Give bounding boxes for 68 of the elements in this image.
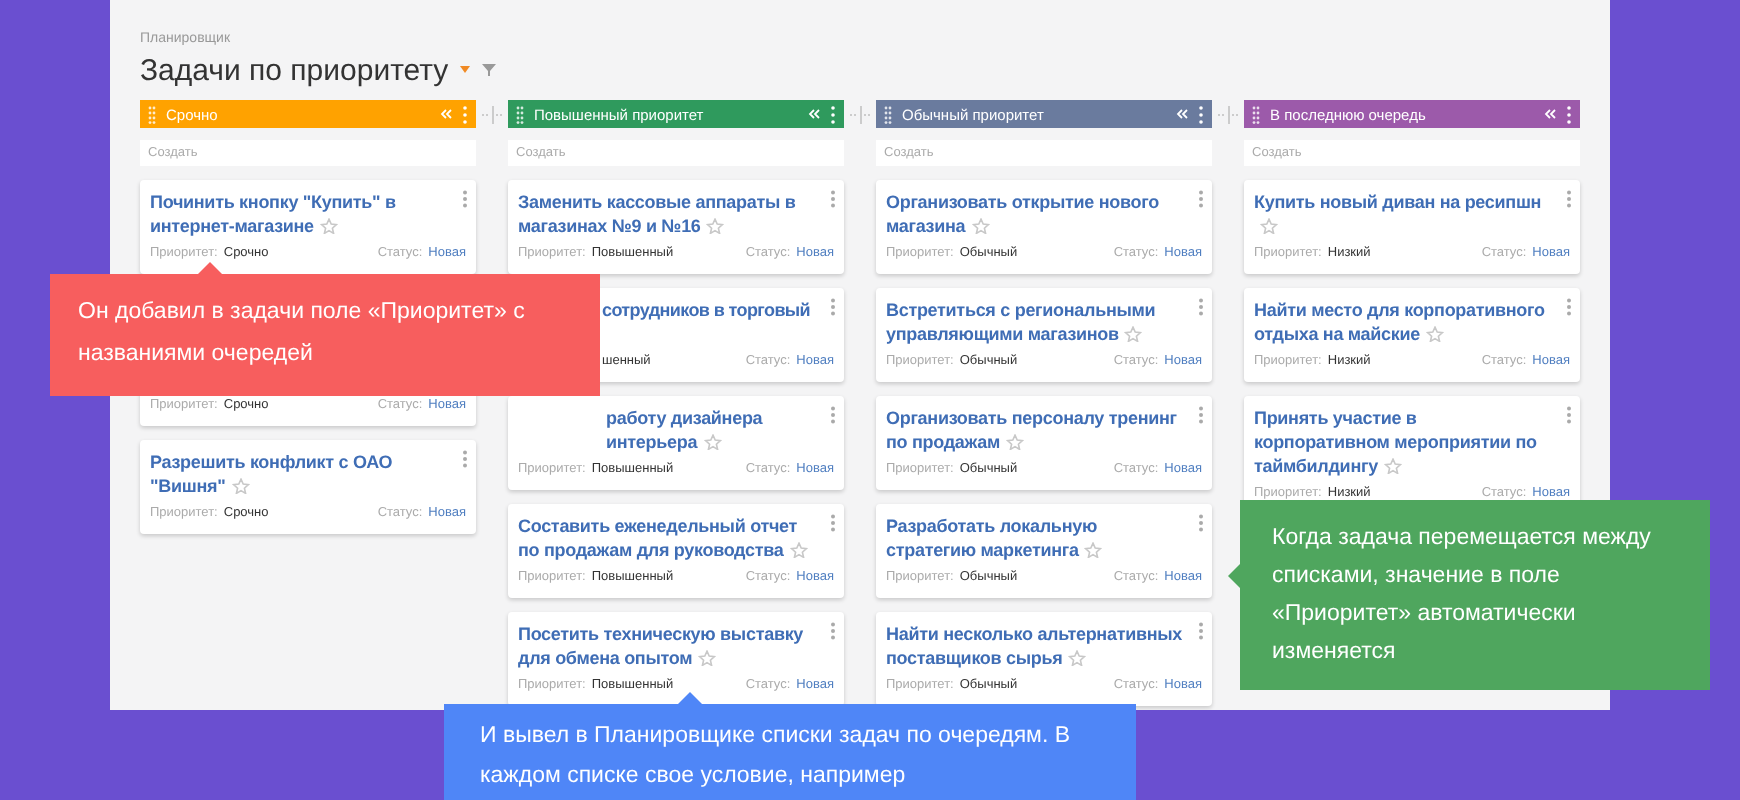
add-column-icon[interactable] bbox=[1217, 106, 1239, 124]
more-icon[interactable] bbox=[462, 190, 468, 208]
more-icon[interactable] bbox=[1198, 406, 1204, 424]
task-title[interactable]: Принять участие в корпоративном мероприятии по таймбилдингу bbox=[1254, 406, 1552, 478]
more-icon[interactable] bbox=[1566, 105, 1572, 123]
dropdown-icon[interactable] bbox=[460, 66, 471, 74]
callout-pointer bbox=[1228, 564, 1240, 588]
task-title[interactable]: Найти несколько альтернативных поставщиков сырья bbox=[886, 622, 1184, 670]
drag-handle-icon[interactable] bbox=[148, 105, 156, 123]
more-icon[interactable] bbox=[1198, 105, 1204, 123]
star-icon[interactable] bbox=[1383, 458, 1402, 474]
add-column-icon[interactable] bbox=[481, 106, 503, 124]
more-icon[interactable] bbox=[830, 406, 836, 424]
more-icon[interactable] bbox=[462, 105, 468, 123]
more-icon[interactable] bbox=[462, 450, 468, 468]
more-icon[interactable] bbox=[1198, 514, 1204, 532]
more-icon[interactable] bbox=[830, 622, 836, 640]
star-icon[interactable] bbox=[1005, 434, 1024, 450]
task-title[interactable]: Встретиться с региональными управляющими магазинов bbox=[886, 298, 1184, 346]
collapse-icon[interactable] bbox=[440, 108, 452, 120]
more-icon[interactable] bbox=[830, 298, 836, 316]
task-title[interactable]: Починить кнопку "Купить" в интернет-магазине bbox=[150, 190, 448, 238]
callout-pointer bbox=[678, 692, 702, 704]
star-icon[interactable] bbox=[1068, 650, 1087, 666]
drag-handle-icon[interactable] bbox=[884, 105, 892, 123]
star-icon[interactable] bbox=[1260, 218, 1278, 234]
more-icon[interactable] bbox=[1566, 298, 1572, 316]
callout-text: И вывел в Планировщике списки задач по очередям. В каждом списке свое условие, например bbox=[480, 722, 1073, 792]
star-icon[interactable] bbox=[1084, 542, 1103, 558]
task-title[interactable]: Организовать открытие нового магазина bbox=[886, 190, 1184, 238]
task-title[interactable]: сотрудников в торговый bbox=[602, 298, 811, 322]
star-icon[interactable] bbox=[1124, 326, 1143, 342]
collapse-icon[interactable] bbox=[808, 108, 820, 120]
more-icon[interactable] bbox=[1198, 622, 1204, 640]
task-title[interactable]: Посетить техническую выставку для обмена опытом bbox=[518, 622, 816, 670]
collapse-icon[interactable] bbox=[1176, 108, 1188, 120]
collapse-icon[interactable] bbox=[1544, 108, 1556, 120]
more-icon[interactable] bbox=[1566, 406, 1572, 424]
task-title[interactable]: Составить еженедельный отчет по продажам для руководства bbox=[518, 514, 816, 562]
filter-icon[interactable] bbox=[482, 64, 497, 76]
star-icon[interactable] bbox=[789, 542, 808, 558]
more-icon[interactable] bbox=[830, 105, 836, 123]
task-title[interactable]: Организовать персоналу тренинг по продажам bbox=[886, 406, 1184, 454]
more-icon[interactable] bbox=[830, 190, 836, 208]
more-icon[interactable] bbox=[1566, 190, 1572, 208]
star-icon[interactable] bbox=[971, 218, 990, 234]
callout-text: Когда задача перемещается между списками, значение в поле «Приоритет» автоматически изменяется bbox=[1272, 524, 1653, 668]
star-icon[interactable] bbox=[319, 218, 338, 234]
callout-pointer bbox=[198, 262, 222, 274]
task-title[interactable]: Купить новый диван на ресипшн bbox=[1254, 190, 1552, 238]
star-icon[interactable] bbox=[706, 218, 725, 234]
star-icon[interactable] bbox=[1426, 326, 1444, 342]
more-icon[interactable] bbox=[1198, 298, 1204, 316]
more-icon[interactable] bbox=[1198, 190, 1204, 208]
task-title[interactable]: Разрешить конфликт с ОАО "Вишня" bbox=[150, 450, 448, 498]
more-icon[interactable] bbox=[830, 514, 836, 532]
star-icon[interactable] bbox=[231, 478, 250, 494]
add-column-icon[interactable] bbox=[849, 106, 871, 124]
task-title[interactable]: Заменить кассовые аппараты в магазинах №9 и №16 bbox=[518, 190, 816, 238]
task-title[interactable]: Найти место для корпоративного отдыха на майские bbox=[1254, 298, 1552, 346]
star-icon[interactable] bbox=[703, 434, 722, 450]
task-title[interactable]: работу дизайнера интерьера bbox=[606, 406, 816, 454]
page-title: Задачи по приоритету bbox=[140, 53, 449, 87]
drag-handle-icon[interactable] bbox=[516, 105, 524, 123]
star-icon[interactable] bbox=[698, 650, 717, 666]
task-title[interactable]: Разработать локальную стратегию маркетинга bbox=[886, 514, 1184, 562]
callout-text: Он добавил в задачи поле «Приоритет» с названиями очередей bbox=[78, 298, 527, 370]
drag-handle-icon[interactable] bbox=[1252, 105, 1260, 123]
